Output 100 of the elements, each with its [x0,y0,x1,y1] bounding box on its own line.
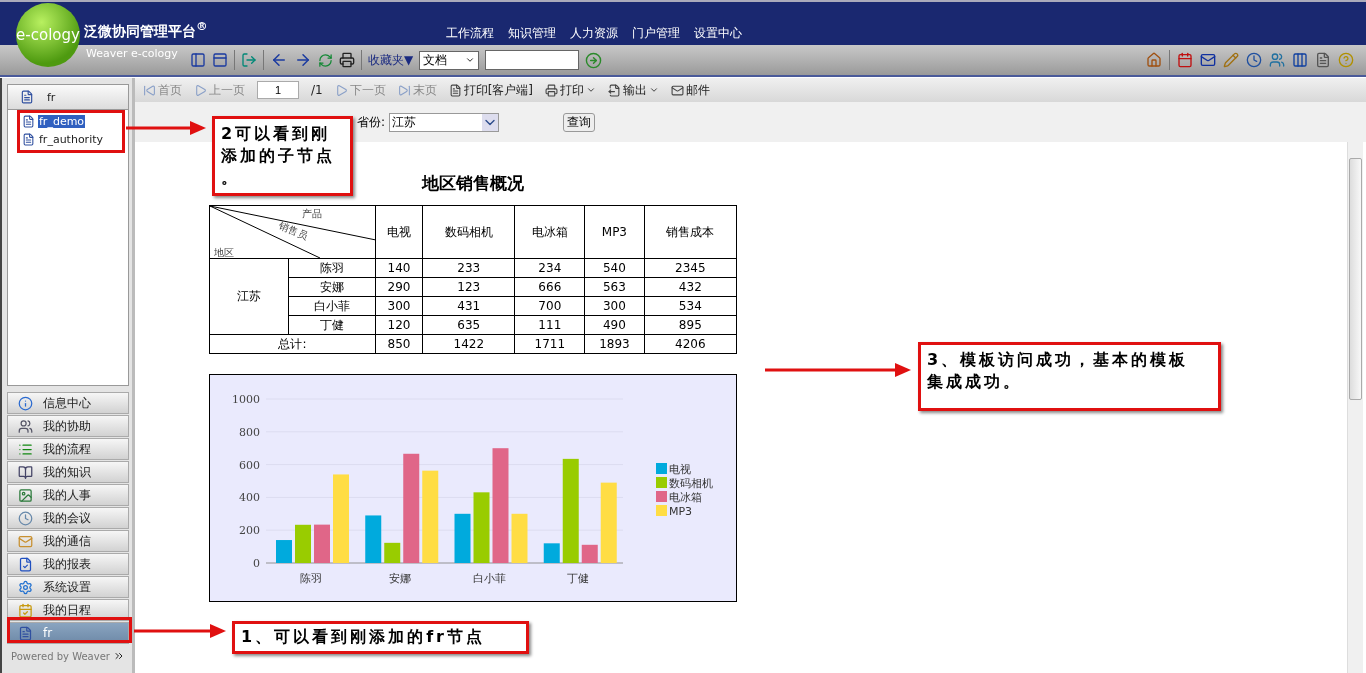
query-button[interactable]: 查询 [563,112,596,132]
report-toolbar-button[interactable]: 邮件 [671,81,711,99]
total-cell: 4206 [644,334,737,354]
nav-link[interactable]: 设置中心 [694,25,742,42]
logo: e-cology [16,3,80,67]
document-icon [20,90,34,104]
province-select[interactable]: 江苏 [389,112,500,132]
table-cell: 635 [422,315,515,335]
total-cell: 850 [375,334,423,354]
bar [295,524,311,563]
search-field[interactable] [485,50,580,70]
menu-icon [18,464,33,480]
nav-link[interactable]: 工作流程 [446,25,494,42]
pencil-icon[interactable] [1223,52,1239,68]
document-icon[interactable] [1315,52,1331,68]
document-icon [448,83,462,97]
menu-item[interactable]: 系统设置 [7,576,129,598]
caret-icon [649,85,660,95]
export-icon [608,83,622,97]
go-icon[interactable] [585,51,603,69]
report-toolbar-button[interactable]: 输出 [608,81,660,99]
calendar-icon[interactable] [1177,52,1193,68]
search-type-select[interactable]: 文档 [419,50,480,70]
report-title: 地区销售概况 [422,172,524,195]
bar [384,542,401,563]
menu-icon [18,510,33,526]
menu-icon [18,487,33,503]
name-cell: 陈羽 [288,258,376,278]
printer-icon [545,83,559,97]
left-panel-icon[interactable] [190,52,206,68]
menu-item[interactable]: 我的通信 [7,530,129,552]
table-cell: 490 [584,315,645,335]
scrollbar[interactable] [1347,142,1363,673]
bar [454,513,471,563]
legend-label: 数码相机 [669,477,713,490]
print-icon[interactable] [339,52,355,68]
expand-icon[interactable] [113,650,125,662]
top-panel-icon[interactable] [212,52,228,68]
menu-item[interactable]: 我的协助 [7,415,129,437]
play-icon [334,83,348,97]
report-toolbar-button[interactable]: 打印 [545,81,597,99]
tree-item[interactable]: fr_demo [38,114,86,128]
menu-item[interactable]: 我的会议 [7,507,129,529]
first-page-icon [143,83,156,97]
mail-icon[interactable] [1200,52,1216,68]
menu-icon [18,395,33,411]
legend-swatch [656,477,667,488]
name-cell: 丁健 [288,315,376,335]
menu-item[interactable]: 信息中心 [7,392,129,414]
tree-item[interactable]: fr_authority [38,132,105,146]
axis-label: 安娜 [388,572,411,585]
last-page-icon [397,83,411,97]
menu-item[interactable]: 我的流程 [7,438,129,460]
page-field[interactable]: 1 [257,81,299,99]
menu-item[interactable]: 我的知识 [7,461,129,483]
table-cell: 534 [644,296,737,316]
table-cell: 2345 [644,258,737,278]
legend-swatch [656,491,667,502]
document-icon [22,132,35,146]
table-cell: 432 [644,277,737,297]
legend-label: MP3 [669,505,693,518]
back-icon[interactable] [270,51,288,69]
corner-header: 产品 销售员 地区 [209,205,376,259]
people-icon[interactable] [1269,52,1285,68]
table-cell: 700 [514,296,585,316]
report-toolbar-button[interactable]: 打印[客户端] [448,81,534,99]
tagline: Weaver e-cology [86,47,178,60]
columns-icon[interactable] [1292,52,1308,68]
refresh-icon[interactable] [318,52,333,68]
axis-label: 1000 [232,393,260,406]
tree-header[interactable]: fr [8,85,128,110]
clock-icon[interactable] [1246,52,1262,68]
caret-icon [465,55,476,65]
nav-link[interactable]: 知识管理 [508,25,556,42]
table-cell: 120 [375,315,423,335]
axis-label: 白小菲 [472,572,506,585]
nav-link[interactable]: 门户管理 [632,25,680,42]
logout-icon[interactable] [241,52,257,68]
bar [473,492,490,563]
mail-icon [671,83,685,97]
column-header: 电视 [375,205,423,259]
menu-icon [18,556,33,572]
nav-link[interactable]: 人力资源 [570,25,618,42]
table-cell: 895 [644,315,737,335]
menu-icon [18,533,33,549]
forward-icon[interactable] [294,51,312,69]
favorites-menu[interactable]: 收藏夹▼ [368,51,414,69]
table-cell: 111 [514,315,585,335]
menu-item[interactable]: 我的报表 [7,553,129,575]
tree-root-label[interactable]: fr [46,90,57,104]
bar [365,515,382,563]
home-icon[interactable] [1146,52,1162,68]
column-header: 数码相机 [422,205,515,259]
menu-item[interactable]: 我的人事 [7,484,129,506]
table-cell: 290 [375,277,423,297]
axis-label: 0 [253,557,260,570]
table-cell: 140 [375,258,423,278]
annotation: 1、可以看到刚添加的fr节点 [232,621,529,654]
column-header: 销售成本 [644,205,737,259]
powered-by-text: Powered by Weaver [11,650,110,662]
